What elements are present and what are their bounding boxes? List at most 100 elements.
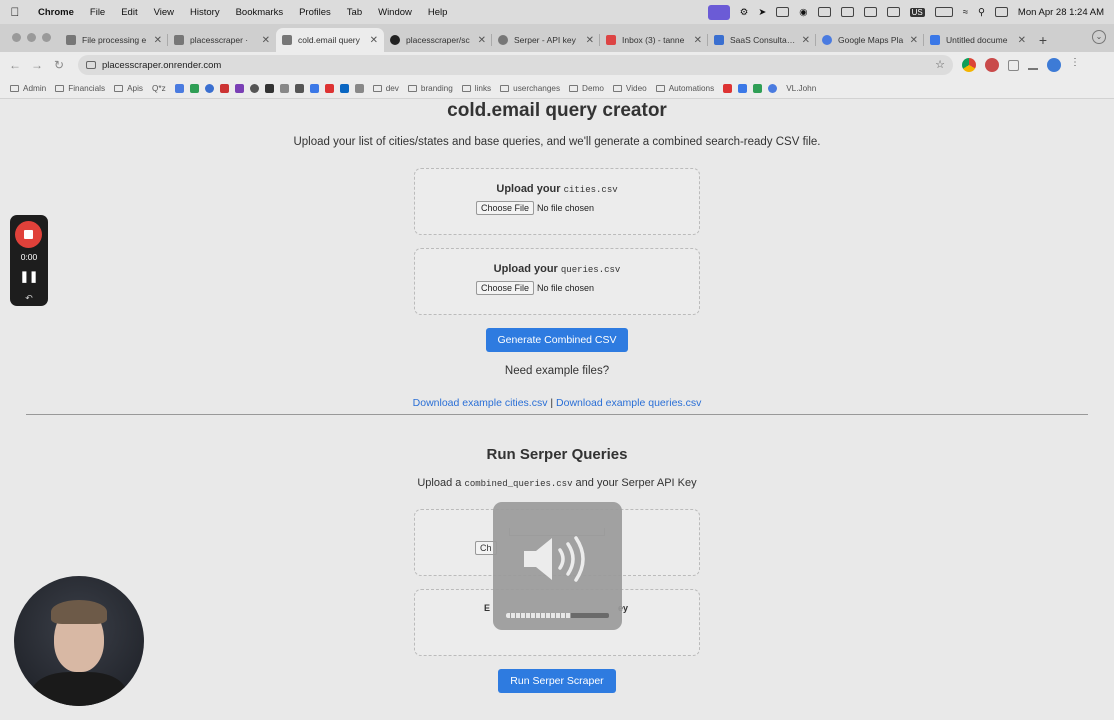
tab-search-button[interactable]: ⌄ (1092, 30, 1106, 44)
menu-help[interactable]: Help (420, 7, 456, 18)
battery-icon[interactable] (934, 7, 953, 17)
bookmark-folder-video[interactable]: Video (612, 84, 647, 93)
bookmark-vljohn[interactable]: VL.John (786, 84, 816, 93)
pause-icon[interactable]: ❚❚ (10, 270, 48, 283)
address-url[interactable]: placesscraper.onrender.com (102, 60, 221, 71)
browser-tab[interactable]: Google Maps Pla ✕ (816, 28, 924, 52)
bookmark-icon[interactable] (324, 83, 334, 93)
browser-tab-active[interactable]: cold.email query ✕ (276, 28, 384, 52)
bookmark-folder-demo[interactable]: Demo (569, 84, 604, 93)
bookmark-icon[interactable] (264, 83, 274, 93)
close-window-button[interactable] (12, 33, 21, 42)
bookmark-icon[interactable] (309, 83, 319, 93)
bookmark-qz[interactable]: Q*z (152, 84, 166, 93)
apple-menu-icon[interactable]:  (0, 5, 30, 19)
bookmark-icon[interactable] (723, 83, 733, 93)
tab-close-icon[interactable]: ✕ (154, 35, 162, 46)
bookmark-icon[interactable] (294, 83, 304, 93)
control-center-icon[interactable] (994, 7, 1008, 17)
tab-close-icon[interactable]: ✕ (1018, 35, 1026, 46)
download-icon[interactable] (1028, 60, 1038, 70)
bookmark-icon[interactable] (738, 83, 748, 93)
menu-edit[interactable]: Edit (113, 7, 145, 18)
bookmark-icon[interactable] (174, 83, 184, 93)
forward-arrow-icon[interactable]: → (26, 58, 48, 72)
address-bar[interactable]: placesscraper.onrender.com ☆ (78, 55, 953, 75)
clipboard-icon[interactable] (817, 7, 831, 17)
browser-tab[interactable]: Inbox (3) - tanne ✕ (600, 28, 708, 52)
generate-csv-button[interactable]: Generate Combined CSV (486, 328, 628, 352)
reload-icon[interactable]: ↻ (48, 58, 70, 72)
display-icon[interactable] (776, 7, 790, 17)
more-menu-icon[interactable]: ⋮ (1070, 58, 1080, 72)
record-icon[interactable]: ◉ (799, 7, 807, 18)
tab-close-icon[interactable]: ✕ (802, 35, 810, 46)
tab-close-icon[interactable]: ✕ (694, 35, 702, 46)
extensions-puzzle-icon[interactable] (1008, 59, 1019, 71)
bookmark-icon[interactable] (279, 83, 289, 93)
menu-view[interactable]: View (146, 7, 182, 18)
menu-window[interactable]: Window (370, 7, 420, 18)
bookmark-icon[interactable] (204, 83, 214, 93)
menubar-clock[interactable]: Mon Apr 28 1:24 AM (1018, 7, 1104, 18)
browser-tab[interactable]: File processing e ✕ (60, 28, 168, 52)
bookmark-icon[interactable] (753, 83, 763, 93)
run-serper-button[interactable]: Run Serper Scraper (498, 669, 616, 693)
queries-file-input[interactable]: Choose File No file chosen (476, 281, 594, 295)
menu-profiles[interactable]: Profiles (291, 7, 339, 18)
menu-history[interactable]: History (182, 7, 228, 18)
bookmark-folder-dev[interactable]: dev (372, 84, 399, 93)
menu-bookmarks[interactable]: Bookmarks (228, 7, 292, 18)
download-cities-link[interactable]: Download example cities.csv (413, 397, 548, 409)
bookmark-icon[interactable] (249, 83, 259, 93)
bookmark-folder-apis[interactable]: Apis (114, 84, 143, 93)
bookmark-star-icon[interactable]: ☆ (935, 58, 945, 71)
search-icon[interactable]: ⚲ (978, 7, 985, 18)
send-icon[interactable]: ➤ (758, 7, 766, 18)
menu-file[interactable]: File (82, 7, 113, 18)
bookmark-icon[interactable] (339, 83, 349, 93)
bookmark-icon[interactable] (189, 83, 199, 93)
bookmark-folder-userchanges[interactable]: userchanges (500, 84, 560, 93)
bookmark-folder-links[interactable]: links (461, 84, 491, 93)
tab-close-icon[interactable]: ✕ (262, 35, 270, 46)
cloud-icon[interactable] (863, 7, 877, 17)
browser-tab[interactable]: placesscraper/sc ✕ (384, 28, 492, 52)
download-queries-link[interactable]: Download example queries.csv (556, 397, 701, 409)
bookmark-folder-branding[interactable]: branding (407, 84, 453, 93)
menu-app-name[interactable]: Chrome (30, 7, 82, 18)
screen-recording-icon[interactable] (707, 4, 730, 20)
camera-icon[interactable] (886, 7, 900, 17)
minimize-window-button[interactable] (27, 33, 36, 42)
tab-close-icon[interactable]: ✕ (910, 35, 918, 46)
browser-tab[interactable]: placesscraper · ✕ (168, 28, 276, 52)
site-info-icon[interactable] (86, 61, 96, 69)
tab-close-icon[interactable]: ✕ (370, 35, 378, 46)
back-arrow-icon[interactable]: ← (4, 58, 26, 72)
zoom-window-button[interactable] (42, 33, 51, 42)
bookmark-icon[interactable] (234, 83, 244, 93)
browser-tab[interactable]: SaaS Consultants ✕ (708, 28, 816, 52)
bookmark-icon[interactable] (219, 83, 229, 93)
restart-icon[interactable]: ↶ (10, 293, 48, 304)
wifi-icon[interactable]: ≈ (963, 7, 968, 18)
stop-recording-button[interactable] (15, 221, 42, 248)
bookmark-folder-financials[interactable]: Financials (55, 84, 105, 93)
extension-chrome-icon[interactable] (962, 58, 976, 72)
bookmark-folder-admin[interactable]: Admin (10, 84, 46, 93)
input-source-badge[interactable]: US (909, 7, 925, 17)
bookmark-icon[interactable] (354, 83, 364, 93)
extension-red-icon[interactable] (985, 58, 999, 72)
tab-close-icon[interactable]: ✕ (478, 35, 486, 46)
choose-file-button[interactable]: Choose File (476, 281, 535, 295)
choose-file-button[interactable]: Choose File (476, 201, 535, 215)
gear-icon[interactable]: ⚙ (740, 7, 749, 18)
profile-avatar-icon[interactable] (1047, 58, 1061, 72)
tab-close-icon[interactable]: ✕ (586, 35, 594, 46)
bookmark-folder-automations[interactable]: Automations (655, 84, 714, 93)
browser-tab[interactable]: Untitled docume ✕ (924, 28, 1032, 52)
browser-tab[interactable]: Serper - API key ✕ (492, 28, 600, 52)
menu-tab[interactable]: Tab (339, 7, 370, 18)
tag-icon[interactable] (840, 7, 854, 17)
bookmark-icon[interactable] (768, 83, 778, 93)
